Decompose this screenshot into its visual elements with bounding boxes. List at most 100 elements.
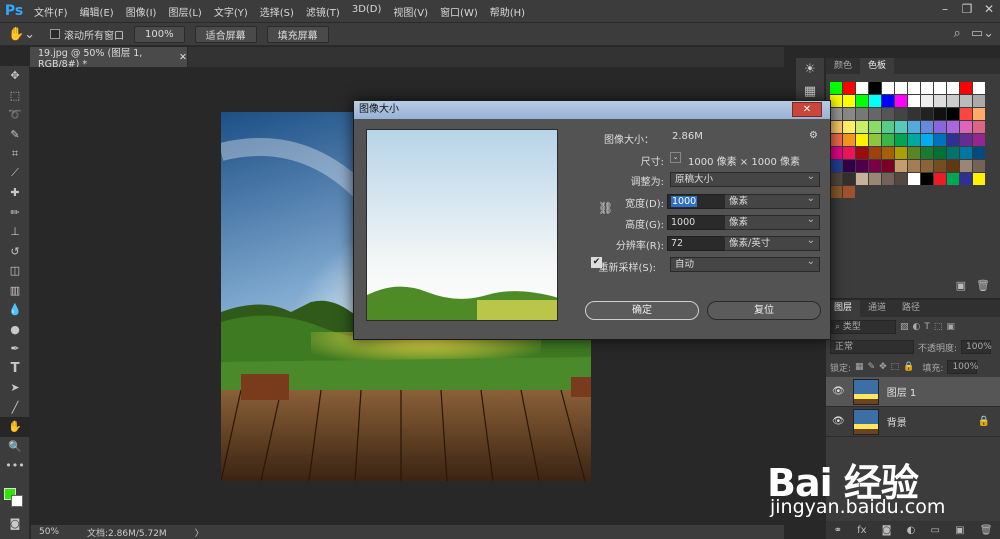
blur-tool-icon[interactable]: 💧 [0,300,30,320]
swatch-cell[interactable] [882,160,894,172]
swatch-cell[interactable] [960,82,972,94]
width-unit-select[interactable]: 像素 [724,192,820,209]
workspace-icon[interactable]: ▭⌄ [971,26,994,41]
fill-screen-button[interactable]: 填充屏幕 [266,25,329,43]
swatch-cell[interactable] [882,173,894,185]
fit-screen-button[interactable]: 适合屏幕 [194,25,257,43]
hand-tool-preset-icon[interactable]: ✋⌄ [8,27,38,42]
swatch-cell[interactable] [830,173,842,185]
swatch-cell[interactable] [908,108,920,120]
search-icon[interactable]: ⌕ [954,26,961,41]
path-selection-tool-icon[interactable]: ➤ [0,378,30,398]
swatch-cell[interactable] [908,134,920,146]
swatch-cell[interactable] [895,173,907,185]
lock-artboard-icon[interactable]: ⬚ [891,362,900,372]
swatch-cell[interactable] [895,95,907,107]
swatch-cell[interactable] [843,186,855,198]
swatch-cell[interactable] [934,173,946,185]
dialog-close-button[interactable]: ✕ [792,102,822,117]
dimensions-dropdown-icon[interactable]: ⌄ [670,152,681,163]
reset-button[interactable]: 复位 [707,301,821,320]
menu-item-2[interactable]: 图像(I) [120,4,163,19]
swatch-cell[interactable] [960,173,972,185]
swatch-cell[interactable] [830,160,842,172]
swatch-cell[interactable] [895,147,907,159]
pen-tool-icon[interactable]: ✒ [0,339,30,359]
line-tool-icon[interactable]: ╱ [0,398,30,418]
swatch-cell[interactable] [856,147,868,159]
eye-icon[interactable]: 👁 [832,386,845,397]
image-preview[interactable] [366,129,558,321]
tab-color[interactable]: 颜色 [826,58,860,74]
swatch-cell[interactable] [869,173,881,185]
lock-pixels-icon[interactable]: ✎ [868,362,876,372]
lasso-tool-icon[interactable]: ➰ [0,105,30,125]
styles-icon[interactable]: ▦ [796,80,824,102]
swatch-cell[interactable] [921,134,933,146]
swatch-cell[interactable] [921,173,933,185]
swatch-cell[interactable] [882,82,894,94]
menu-item-5[interactable]: 选择(S) [254,4,300,19]
swatch-cell[interactable] [934,82,946,94]
layer-row-layer1[interactable]: 👁 图层 1 [826,377,1000,407]
swatch-cell[interactable] [934,121,946,133]
document-tab[interactable]: 19.jpg @ 50% (图层 1, RGB/8#) * ✕ [30,47,188,70]
clone-stamp-tool-icon[interactable]: ⊥ [0,222,30,242]
eraser-tool-icon[interactable]: ◫ [0,261,30,281]
menu-item-3[interactable]: 图层(L) [162,4,207,19]
tab-channels[interactable]: 通道 [860,300,894,317]
swatch-cell[interactable] [908,95,920,107]
swatch-cell[interactable] [856,82,868,94]
swatch-cell[interactable] [947,95,959,107]
fit-to-select[interactable]: 原稿大小 [670,170,820,187]
swatch-cell[interactable] [882,108,894,120]
tab-paths[interactable]: 路径 [894,300,928,317]
checkbox-box[interactable] [50,29,60,39]
swatch-cell[interactable] [973,108,985,120]
height-unit-select[interactable]: 像素 [724,213,820,230]
eyedropper-tool-icon[interactable]: ⟋ [0,164,30,184]
swatch-cell[interactable] [843,95,855,107]
swatch-cell[interactable] [921,95,933,107]
swatch-cell[interactable] [830,108,842,120]
menu-item-6[interactable]: 滤镜(T) [300,4,346,19]
swatch-cell[interactable] [895,134,907,146]
close-icon[interactable]: ✕ [978,0,1000,18]
swatch-cell[interactable] [843,121,855,133]
settings-gear-icon[interactable]: ⚙ [809,130,818,141]
swatch-cell[interactable] [973,134,985,146]
swatch-cell[interactable] [947,82,959,94]
swatch-cell[interactable] [908,121,920,133]
swatch-cell[interactable] [843,147,855,159]
swatch-cell[interactable] [869,134,881,146]
filter-adjustment-icon[interactable]: ◐ [913,322,921,332]
marquee-tool-icon[interactable]: ⬚ [0,86,30,106]
swatch-cell[interactable] [882,134,894,146]
resample-select[interactable]: 自动 [670,255,820,272]
swatch-cell[interactable] [830,121,842,133]
swatch-cell[interactable] [960,95,972,107]
swatch-cell[interactable] [973,82,985,94]
swatch-cell[interactable] [830,186,842,198]
menu-item-1[interactable]: 编辑(E) [74,4,120,19]
swatch-cell[interactable] [960,134,972,146]
new-swatch-icon[interactable]: ▣ [956,279,966,292]
menu-item-8[interactable]: 视图(V) [387,4,434,19]
swatch-cell[interactable] [921,160,933,172]
swatch-cell[interactable] [947,121,959,133]
swatch-cell[interactable] [921,82,933,94]
swatch-cell[interactable] [947,134,959,146]
swatch-cell[interactable] [869,95,881,107]
zoom-tool-icon[interactable]: 🔍 [0,437,30,457]
opacity-input[interactable]: 100% [961,340,992,354]
swatch-cell[interactable] [869,160,881,172]
filter-shape-icon[interactable]: ⬚ [934,322,943,332]
swatch-cell[interactable] [895,108,907,120]
menu-item-7[interactable]: 3D(D) [346,4,388,19]
move-tool-icon[interactable]: ✥ [0,66,30,86]
menu-item-9[interactable]: 窗口(W) [434,4,484,19]
delete-swatch-icon[interactable]: 🗑 [976,279,990,292]
lock-all-icon[interactable]: 🔒 [903,362,914,372]
zoom-100-button[interactable]: 100% [134,25,185,43]
dodge-tool-icon[interactable]: ● [0,320,30,340]
